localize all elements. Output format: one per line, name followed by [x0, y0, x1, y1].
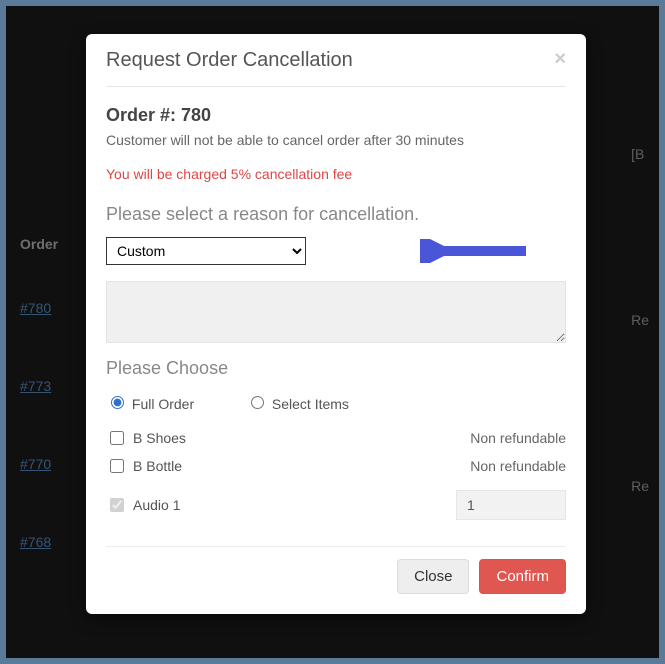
cancel-order-modal: Request Order Cancellation × Order #: 78…	[86, 34, 586, 614]
full-order-radio-text: Full Order	[132, 396, 194, 412]
item-checkbox[interactable]	[110, 459, 124, 473]
order-number-heading: Order #: 780	[106, 105, 566, 126]
full-order-radio[interactable]	[111, 396, 124, 409]
select-items-radio-text: Select Items	[272, 396, 349, 412]
order-item-row: Audio 1 1	[106, 486, 566, 524]
modal-title: Request Order Cancellation	[106, 49, 353, 72]
choose-label: Please Choose	[106, 358, 566, 379]
item-label: B Shoes	[133, 430, 186, 446]
item-label: B Bottle	[133, 458, 182, 474]
select-items-radio-label[interactable]: Select Items	[246, 396, 349, 412]
modal-footer: Close Confirm	[106, 559, 566, 594]
reason-label: Please select a reason for cancellation.	[106, 204, 566, 225]
close-icon[interactable]: ×	[554, 49, 566, 69]
full-order-radio-label[interactable]: Full Order	[106, 396, 198, 412]
item-checkbox[interactable]	[110, 431, 124, 445]
select-items-radio[interactable]	[251, 396, 264, 409]
cancellation-fee-warning: You will be charged 5% cancellation fee	[106, 166, 566, 182]
order-item-row: B Bottle Non refundable	[106, 452, 566, 480]
reason-select[interactable]: Custom	[106, 237, 306, 265]
item-label: Audio 1	[133, 497, 180, 513]
item-checkbox	[110, 498, 124, 512]
confirm-button[interactable]: Confirm	[479, 559, 566, 594]
app-backdrop: Order #780 #773 #770 #768 [B Re Re Reque…	[6, 6, 659, 658]
scope-radio-group: Full Order Select Items	[106, 393, 566, 412]
close-button[interactable]: Close	[397, 559, 469, 594]
pointer-arrow-icon	[420, 239, 530, 263]
cancel-window-note: Customer will not be able to cancel orde…	[106, 132, 566, 148]
footer-divider	[106, 546, 566, 547]
item-status: Non refundable	[470, 430, 566, 446]
item-qty-box[interactable]: 1	[456, 490, 566, 520]
order-item-row: B Shoes Non refundable	[106, 424, 566, 452]
item-status: Non refundable	[470, 458, 566, 474]
reason-textarea[interactable]	[106, 281, 566, 343]
